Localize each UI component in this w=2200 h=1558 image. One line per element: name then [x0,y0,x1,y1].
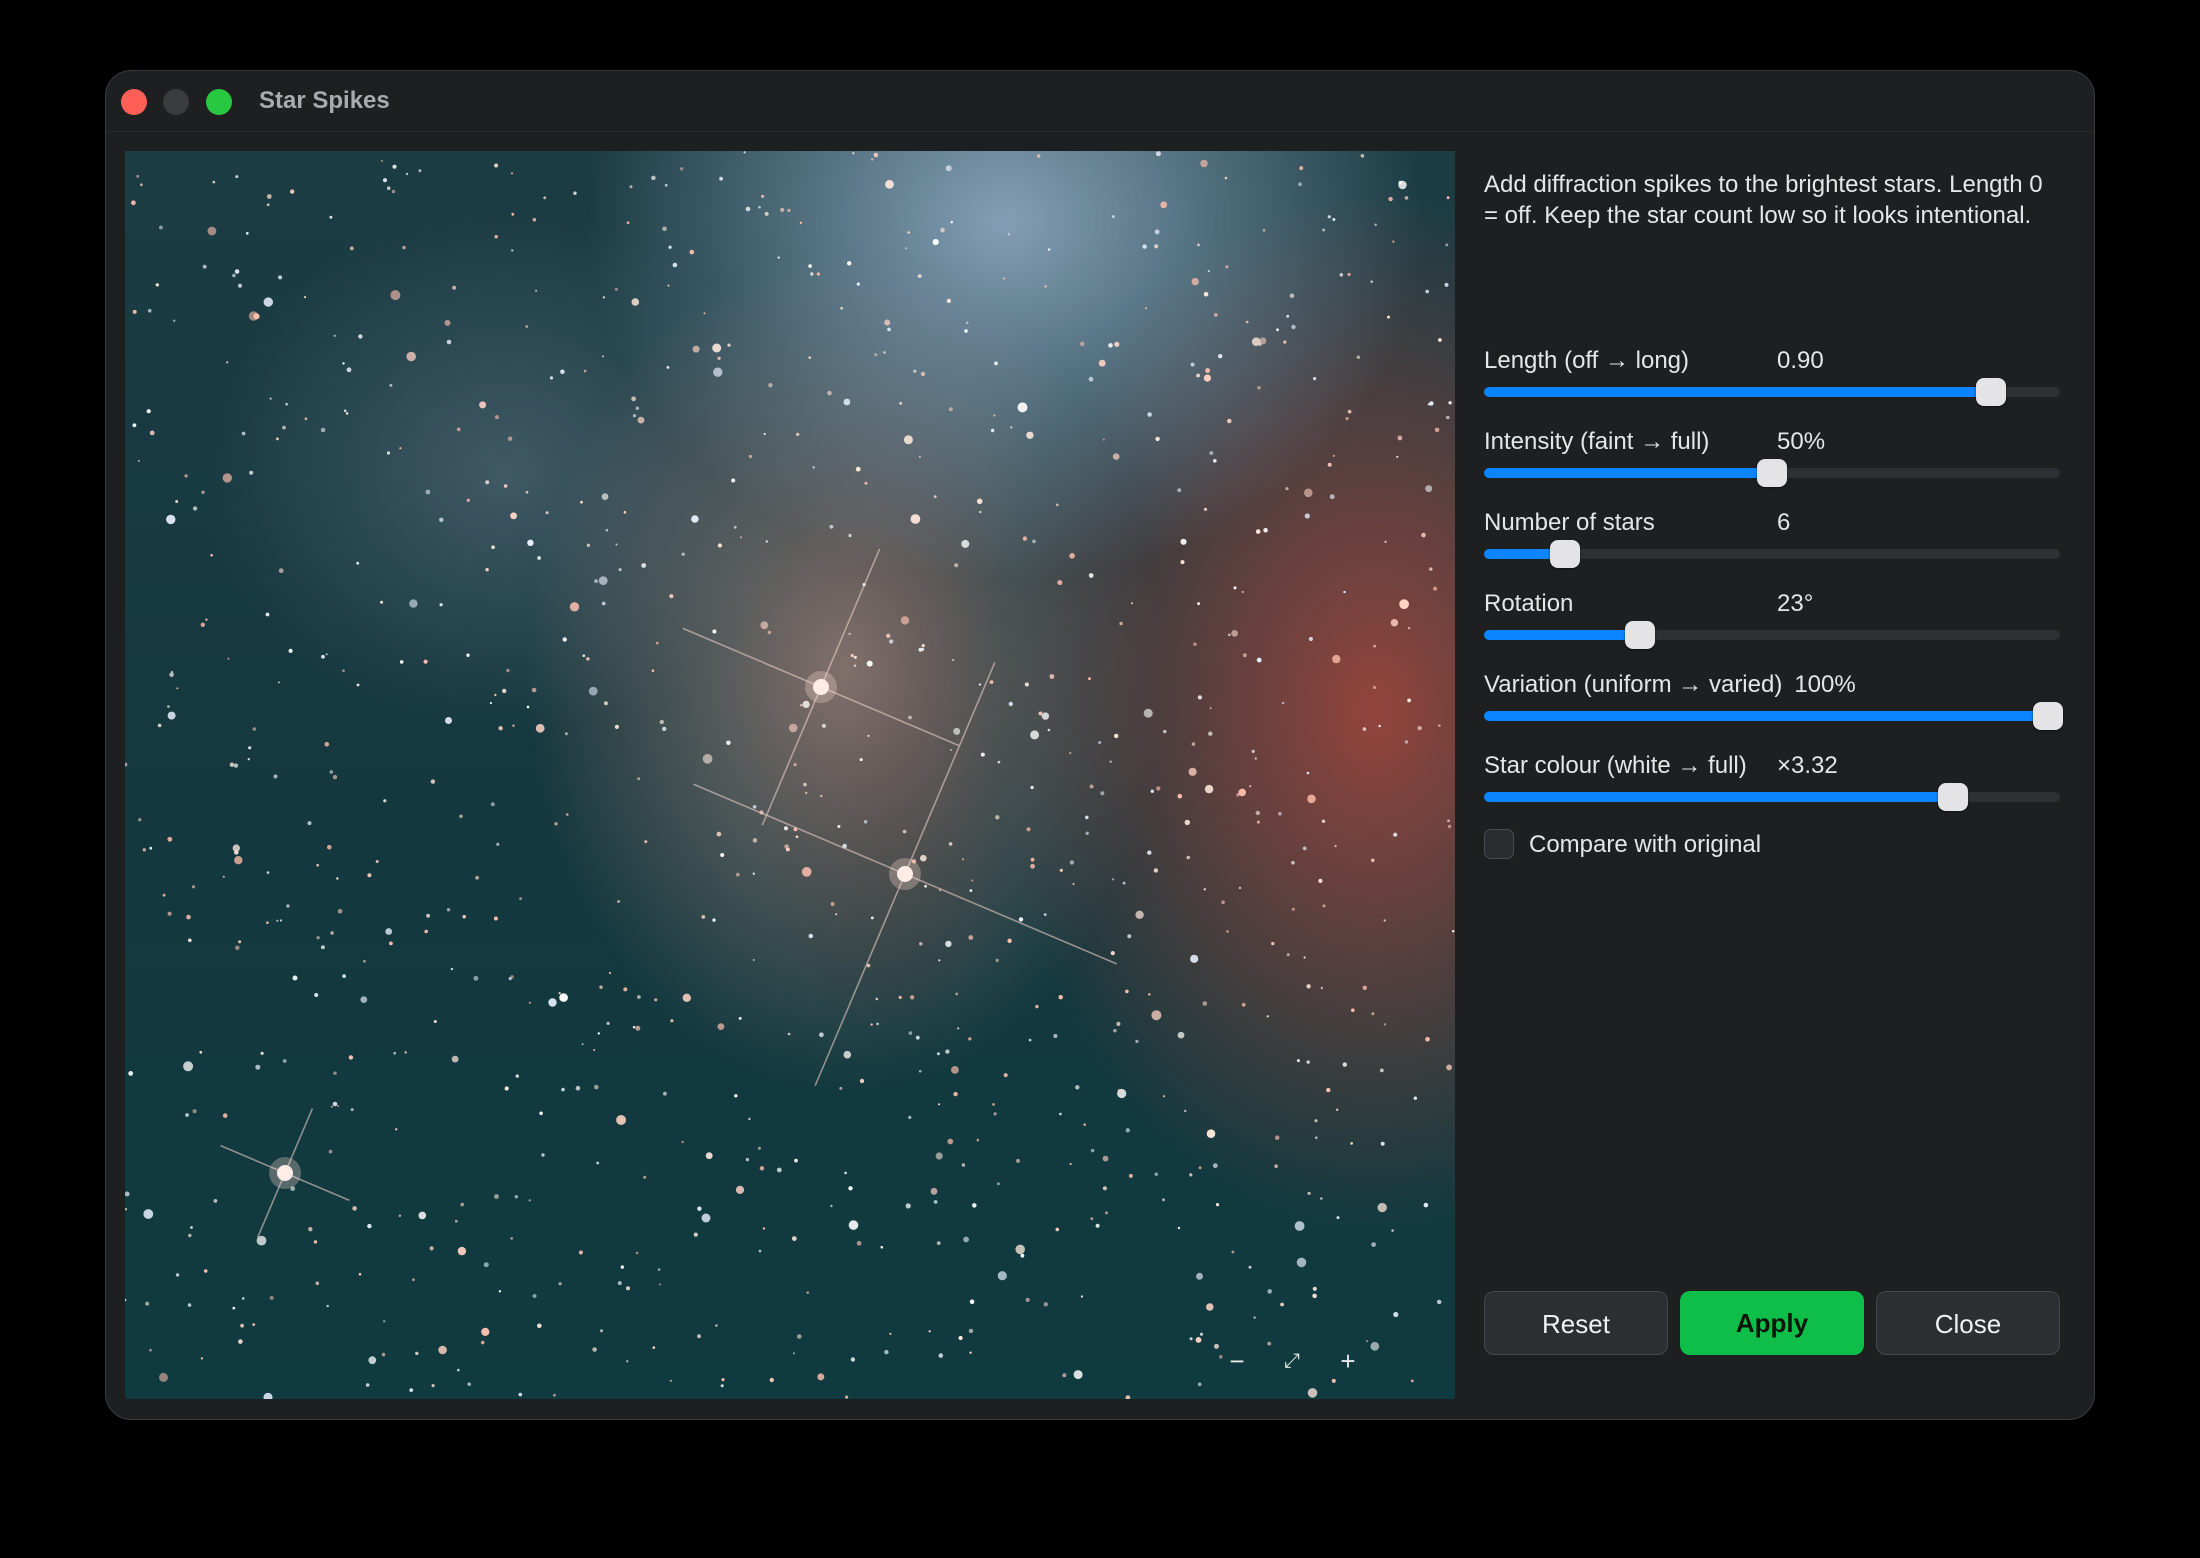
slider-thumb[interactable] [1757,459,1787,487]
slider-thumb[interactable] [1938,783,1969,811]
zoom-in-button[interactable]: + [1333,1346,1363,1376]
zoom-out-button[interactable]: − [1222,1346,1252,1376]
slider-track[interactable] [1484,702,2064,730]
reset-button[interactable]: Reset [1484,1291,1668,1355]
nebula-starfield-image [125,151,1455,1399]
slider-track[interactable] [1484,783,2060,811]
window-title: Star Spikes [259,87,390,114]
title-bar: Star Spikes [106,71,2094,132]
slider-track[interactable] [1484,621,2060,649]
slider-control: Length (off → long) 0.90 [1484,347,2062,407]
compare-checkbox[interactable] [1484,829,1514,859]
slider-label: Rotation [1484,590,1574,617]
slider-fill [1484,630,1640,640]
slider-value: ×3.32 [1777,752,1838,779]
window-close-button[interactable] [121,89,147,115]
slider-label: Number of stars [1484,509,1655,536]
settings-panel: Add diffraction spikes to the brightest … [1484,169,2064,859]
image-preview[interactable]: − ⤢ + [125,151,1455,1399]
slider-fill [1484,711,2049,721]
slider-fill [1484,468,1772,478]
slider-thumb[interactable] [1549,540,1580,568]
slider-thumb[interactable] [2033,702,2064,730]
panel-description: Add diffraction spikes to the brightest … [1484,171,2043,229]
slider-fill [1484,387,1991,397]
compare-label: Compare with original [1529,831,1762,858]
slider-control: Rotation 23° [1484,590,2062,650]
slider-label: Star colour (white → full) [1484,752,1747,779]
window-zoom-button[interactable] [206,89,232,115]
apply-button[interactable]: Apply [1680,1291,1864,1355]
slider-value: 100% [1794,671,1856,698]
slider-control: Variation (uniform → varied) 100% [1484,671,2064,731]
slider-value: 0.90 [1777,347,1824,374]
slider-label: Intensity (faint → full) [1484,428,1710,455]
slider-fill [1484,792,1954,802]
star-spikes-window: Star Spikes − ⤢ + Add diffraction spikes… [105,70,2095,1420]
close-button[interactable]: Close [1876,1291,2060,1355]
slider-thumb[interactable] [1624,621,1655,649]
slider-value: 50% [1777,428,1826,455]
slider-label: Length (off → long) [1484,347,1690,374]
window-minimize-button[interactable] [163,89,189,115]
slider-value: 23° [1777,590,1814,617]
zoom-fit-button[interactable]: ⤢ [1277,1346,1307,1376]
slider-value: 6 [1777,509,1791,536]
slider-track[interactable] [1484,378,2060,406]
slider-track[interactable] [1484,540,2060,568]
slider-control: Intensity (faint → full) 50% [1484,428,2062,488]
slider-label: Variation (uniform → varied) [1484,671,1783,698]
slider-control: Star colour (white → full) ×3.32 [1484,752,2062,812]
slider-control: Number of stars 6 [1484,509,2062,569]
slider-track[interactable] [1484,459,2060,487]
compare-option[interactable]: Compare with original [1484,829,1884,863]
slider-thumb[interactable] [1975,378,2006,406]
